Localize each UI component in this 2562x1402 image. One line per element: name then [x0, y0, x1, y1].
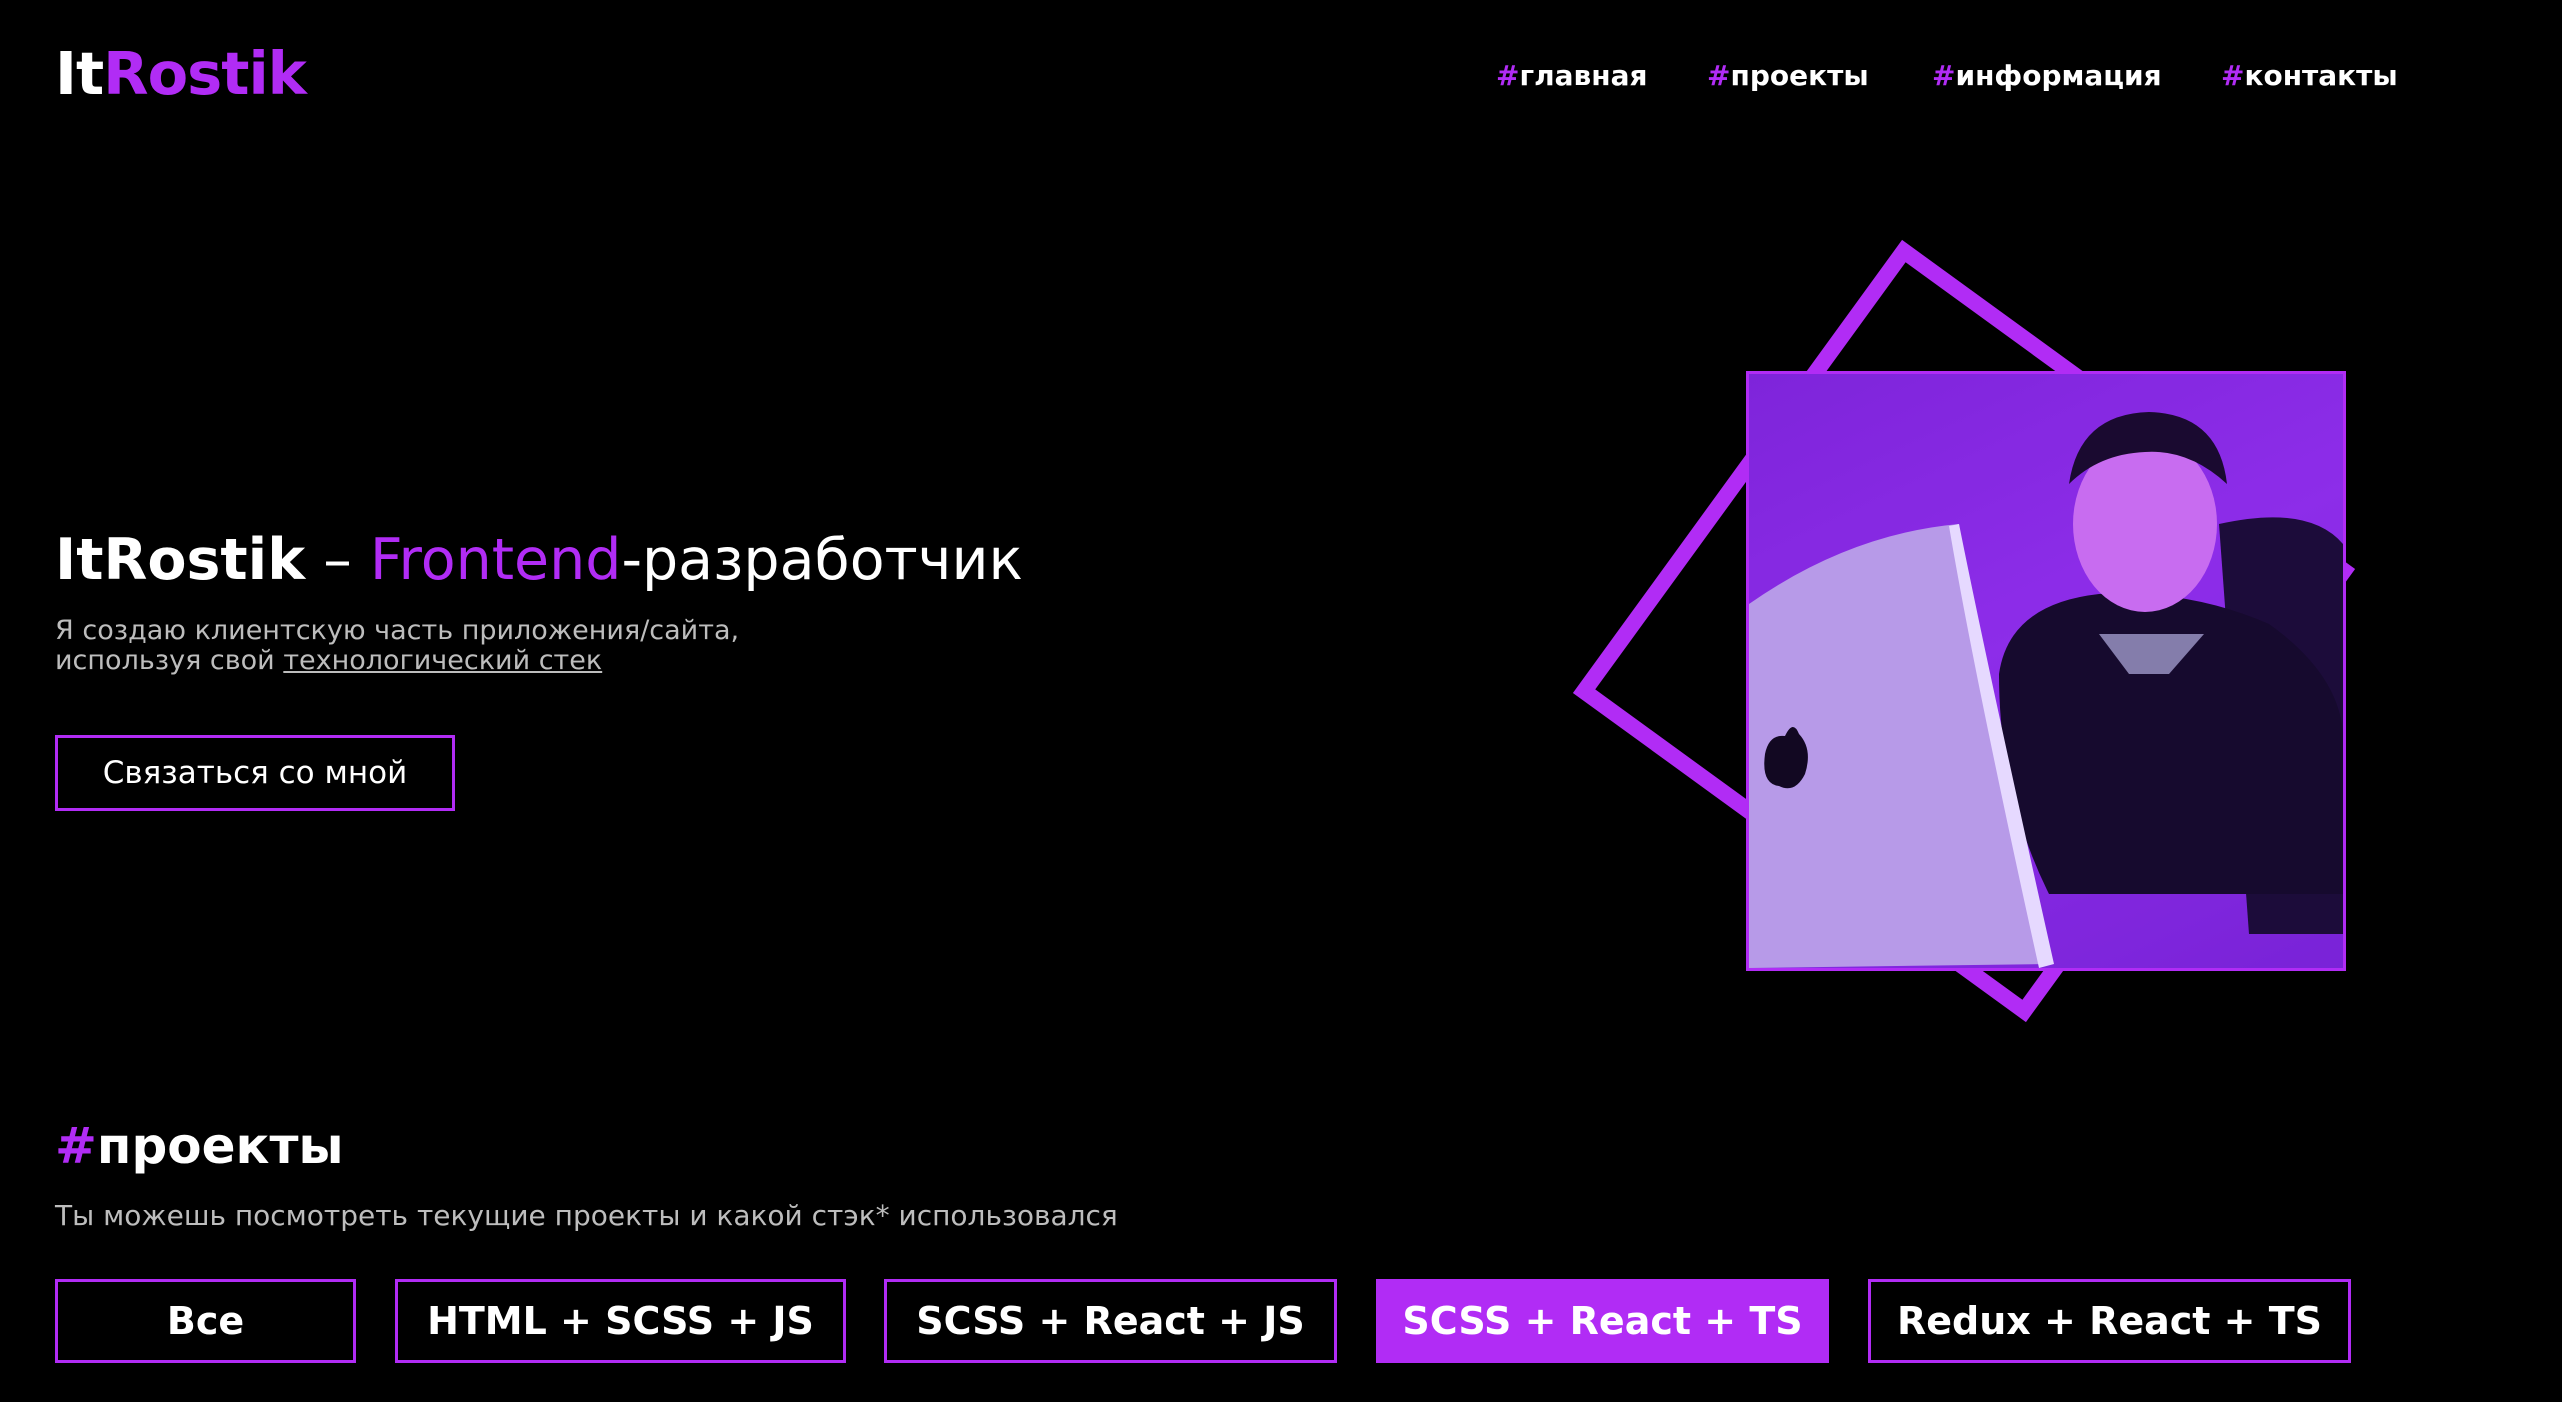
projects-title-hash: # — [55, 1117, 97, 1175]
hero-title-brand: ItRostik — [55, 527, 306, 593]
hero-title-dash: – — [305, 527, 370, 593]
nav-item-home[interactable]: #главная — [1496, 54, 1647, 98]
contact-me-button[interactable]: Связаться со мной — [55, 735, 455, 811]
nav-item-contacts[interactable]: #контакты — [2221, 54, 2398, 98]
projects-section-title: #проекты — [55, 1110, 344, 1182]
nav-hash: # — [1707, 59, 1731, 92]
filter-redux-react-ts-button[interactable]: Redux + React + TS — [1868, 1279, 2351, 1363]
hero-description: Я создаю клиентскую часть приложения/сай… — [55, 616, 739, 676]
nav-hash: # — [1496, 59, 1520, 92]
nav-item-label: информация — [1955, 59, 2162, 92]
hero-desc-line1: Я создаю клиентскую часть приложения/сай… — [55, 615, 740, 646]
hero-title-rest: -разработчик — [621, 527, 1023, 593]
tech-stack-link[interactable]: технологический стек — [283, 645, 602, 676]
nav-item-label: проекты — [1730, 59, 1869, 92]
filter-html-scss-js-button[interactable]: HTML + SCSS + JS — [395, 1279, 846, 1363]
nav-item-label: главная — [1519, 59, 1648, 92]
projects-title-label: проекты — [96, 1117, 344, 1175]
hero-title-accent: Frontend — [369, 527, 622, 593]
profile-photo-illustration — [1749, 374, 2343, 968]
filter-all-button[interactable]: Все — [55, 1279, 356, 1363]
projects-subtitle: Ты можешь посмотреть текущие проекты и к… — [55, 1199, 1118, 1232]
nav-item-projects[interactable]: #проекты — [1707, 54, 1869, 98]
nav-item-info[interactable]: #информация — [1932, 54, 2162, 98]
filter-scss-react-ts-button[interactable]: SCSS + React + TS — [1376, 1279, 1829, 1363]
nav-hash: # — [1932, 59, 1956, 92]
nav-hash: # — [2221, 59, 2245, 92]
hero-title: ItRostik – Frontend-разработчик — [55, 520, 1023, 600]
profile-photo — [1746, 371, 2346, 971]
filter-scss-react-js-button[interactable]: SCSS + React + JS — [884, 1279, 1337, 1363]
hero-desc-line2: используя свой — [55, 645, 284, 676]
main-nav: #главная #проекты #информация #контакты — [0, 54, 2562, 98]
nav-item-label: контакты — [2244, 59, 2398, 92]
